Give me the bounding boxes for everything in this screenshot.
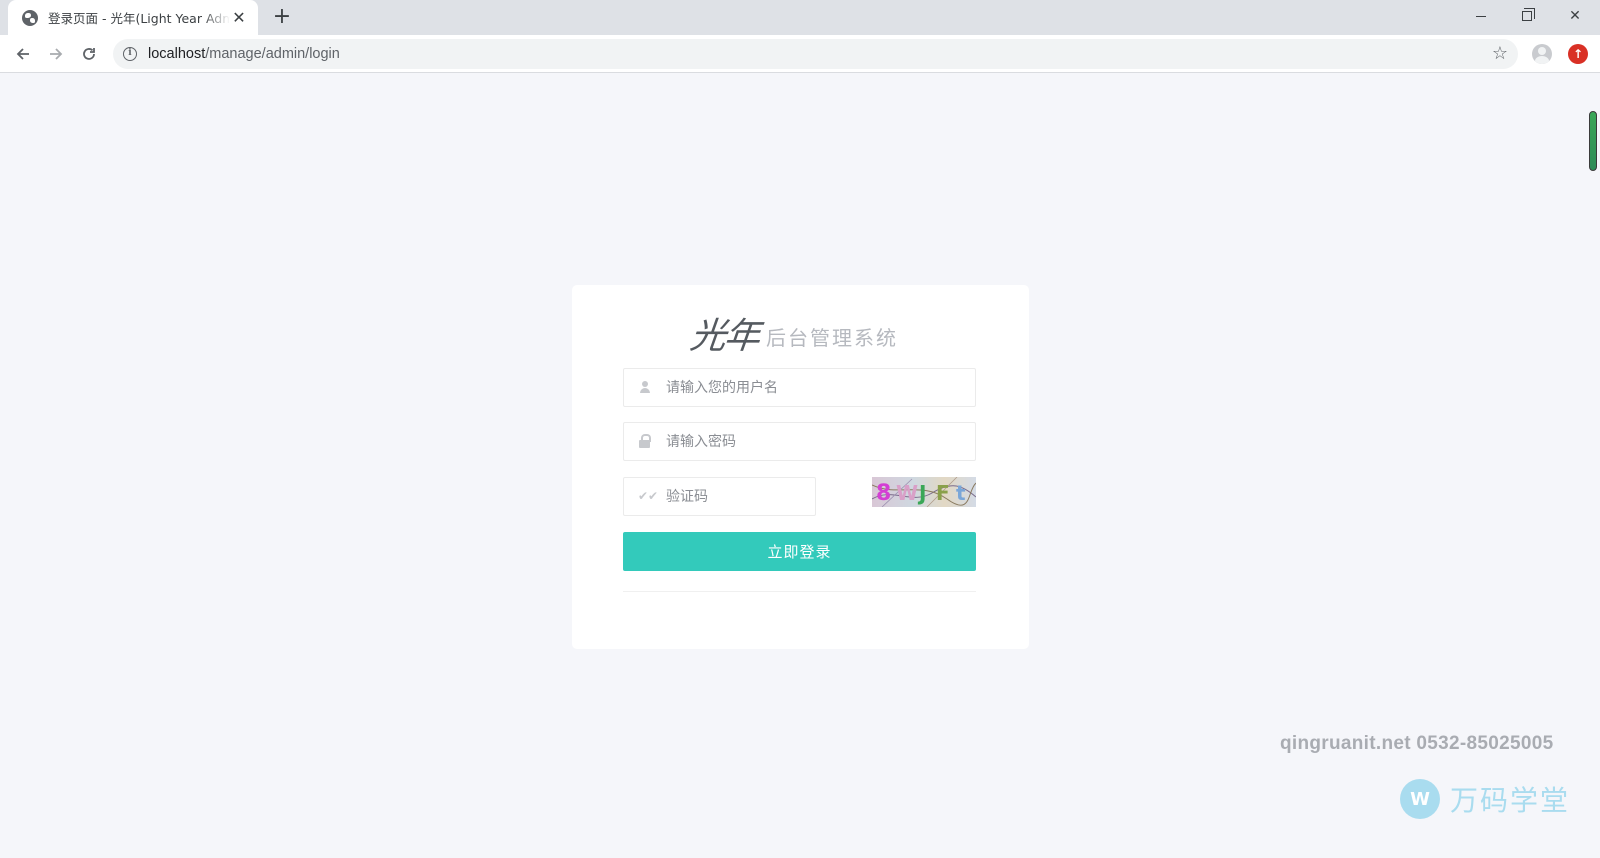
window-restore-button[interactable] bbox=[1504, 0, 1550, 32]
reload-icon bbox=[83, 48, 95, 60]
watermark-brand-name: 万码学堂 bbox=[1450, 784, 1571, 817]
card-divider bbox=[623, 591, 976, 592]
logo-text: 后台管理系统 bbox=[766, 326, 899, 350]
info-icon[interactable]: i bbox=[123, 47, 137, 61]
captcha-noise: 8 W J F t bbox=[872, 477, 976, 507]
captcha-char: F bbox=[936, 481, 950, 505]
restore-icon bbox=[1522, 8, 1535, 21]
page-viewport: 光年 后台管理系统 ✔✔ 8 W J F t bbox=[0, 73, 1600, 858]
username-input[interactable] bbox=[664, 369, 964, 406]
captcha-image[interactable]: 8 W J F t bbox=[872, 477, 976, 507]
address-bar[interactable]: i localhost/manage/admin/login ☆ bbox=[113, 39, 1518, 69]
arrow-right-icon bbox=[50, 48, 63, 60]
forward-button[interactable] bbox=[43, 41, 69, 67]
url-path: /manage/admin/login bbox=[205, 46, 340, 62]
captcha-field: ✔✔ bbox=[623, 477, 816, 516]
tab-close-icon[interactable]: ✕ bbox=[230, 8, 248, 27]
logo-mark: 光年 bbox=[687, 316, 761, 357]
back-button[interactable] bbox=[10, 41, 36, 67]
browser-toolbar: i localhost/manage/admin/login ☆ ↑ bbox=[0, 35, 1600, 73]
url-text[interactable]: localhost/manage/admin/login bbox=[148, 46, 340, 62]
profile-avatar-icon[interactable] bbox=[1532, 44, 1552, 64]
update-arrow-icon[interactable]: ↑ bbox=[1568, 44, 1588, 64]
watermark-brand: W 万码学堂 bbox=[1400, 779, 1570, 819]
logo: 光年 后台管理系统 bbox=[687, 313, 899, 357]
captcha-input[interactable] bbox=[664, 478, 804, 515]
browser-tabstrip: 登录页面 - 光年(Light Year Admin) ✕ + ✕ bbox=[0, 0, 1600, 35]
user-icon bbox=[638, 380, 652, 394]
lock-icon bbox=[638, 434, 652, 448]
captcha-char: J bbox=[917, 481, 926, 505]
star-icon[interactable]: ☆ bbox=[1492, 43, 1508, 65]
scrollbar-thumb[interactable] bbox=[1589, 111, 1597, 171]
url-host: localhost bbox=[148, 46, 206, 62]
login-button[interactable]: 立即登录 bbox=[623, 532, 976, 571]
username-field bbox=[623, 368, 976, 407]
password-input[interactable] bbox=[664, 423, 964, 460]
login-card: 光年 后台管理系统 ✔✔ 8 W J F t bbox=[572, 285, 1029, 649]
minimize-icon bbox=[1476, 15, 1486, 17]
check-icon: ✔✔ bbox=[638, 489, 659, 503]
brand-logo-icon: W bbox=[1400, 779, 1440, 819]
captcha-char: 8 bbox=[876, 481, 891, 506]
reload-button[interactable] bbox=[76, 41, 102, 67]
password-field bbox=[623, 422, 976, 461]
arrow-left-icon bbox=[16, 48, 29, 60]
globe-icon bbox=[22, 9, 38, 26]
captcha-char: t bbox=[956, 481, 966, 505]
tab-title: 登录页面 - 光年(Light Year Admin) bbox=[48, 11, 230, 26]
window-close-button[interactable]: ✕ bbox=[1552, 0, 1598, 32]
window-minimize-button[interactable] bbox=[1458, 0, 1504, 32]
browser-tab[interactable]: 登录页面 - 光年(Light Year Admin) ✕ bbox=[8, 0, 258, 35]
watermark-contact: qingruanit.net 0532-85025005 bbox=[1280, 733, 1554, 754]
captcha-char: W bbox=[896, 481, 918, 505]
new-tab-button[interactable]: + bbox=[270, 6, 294, 30]
